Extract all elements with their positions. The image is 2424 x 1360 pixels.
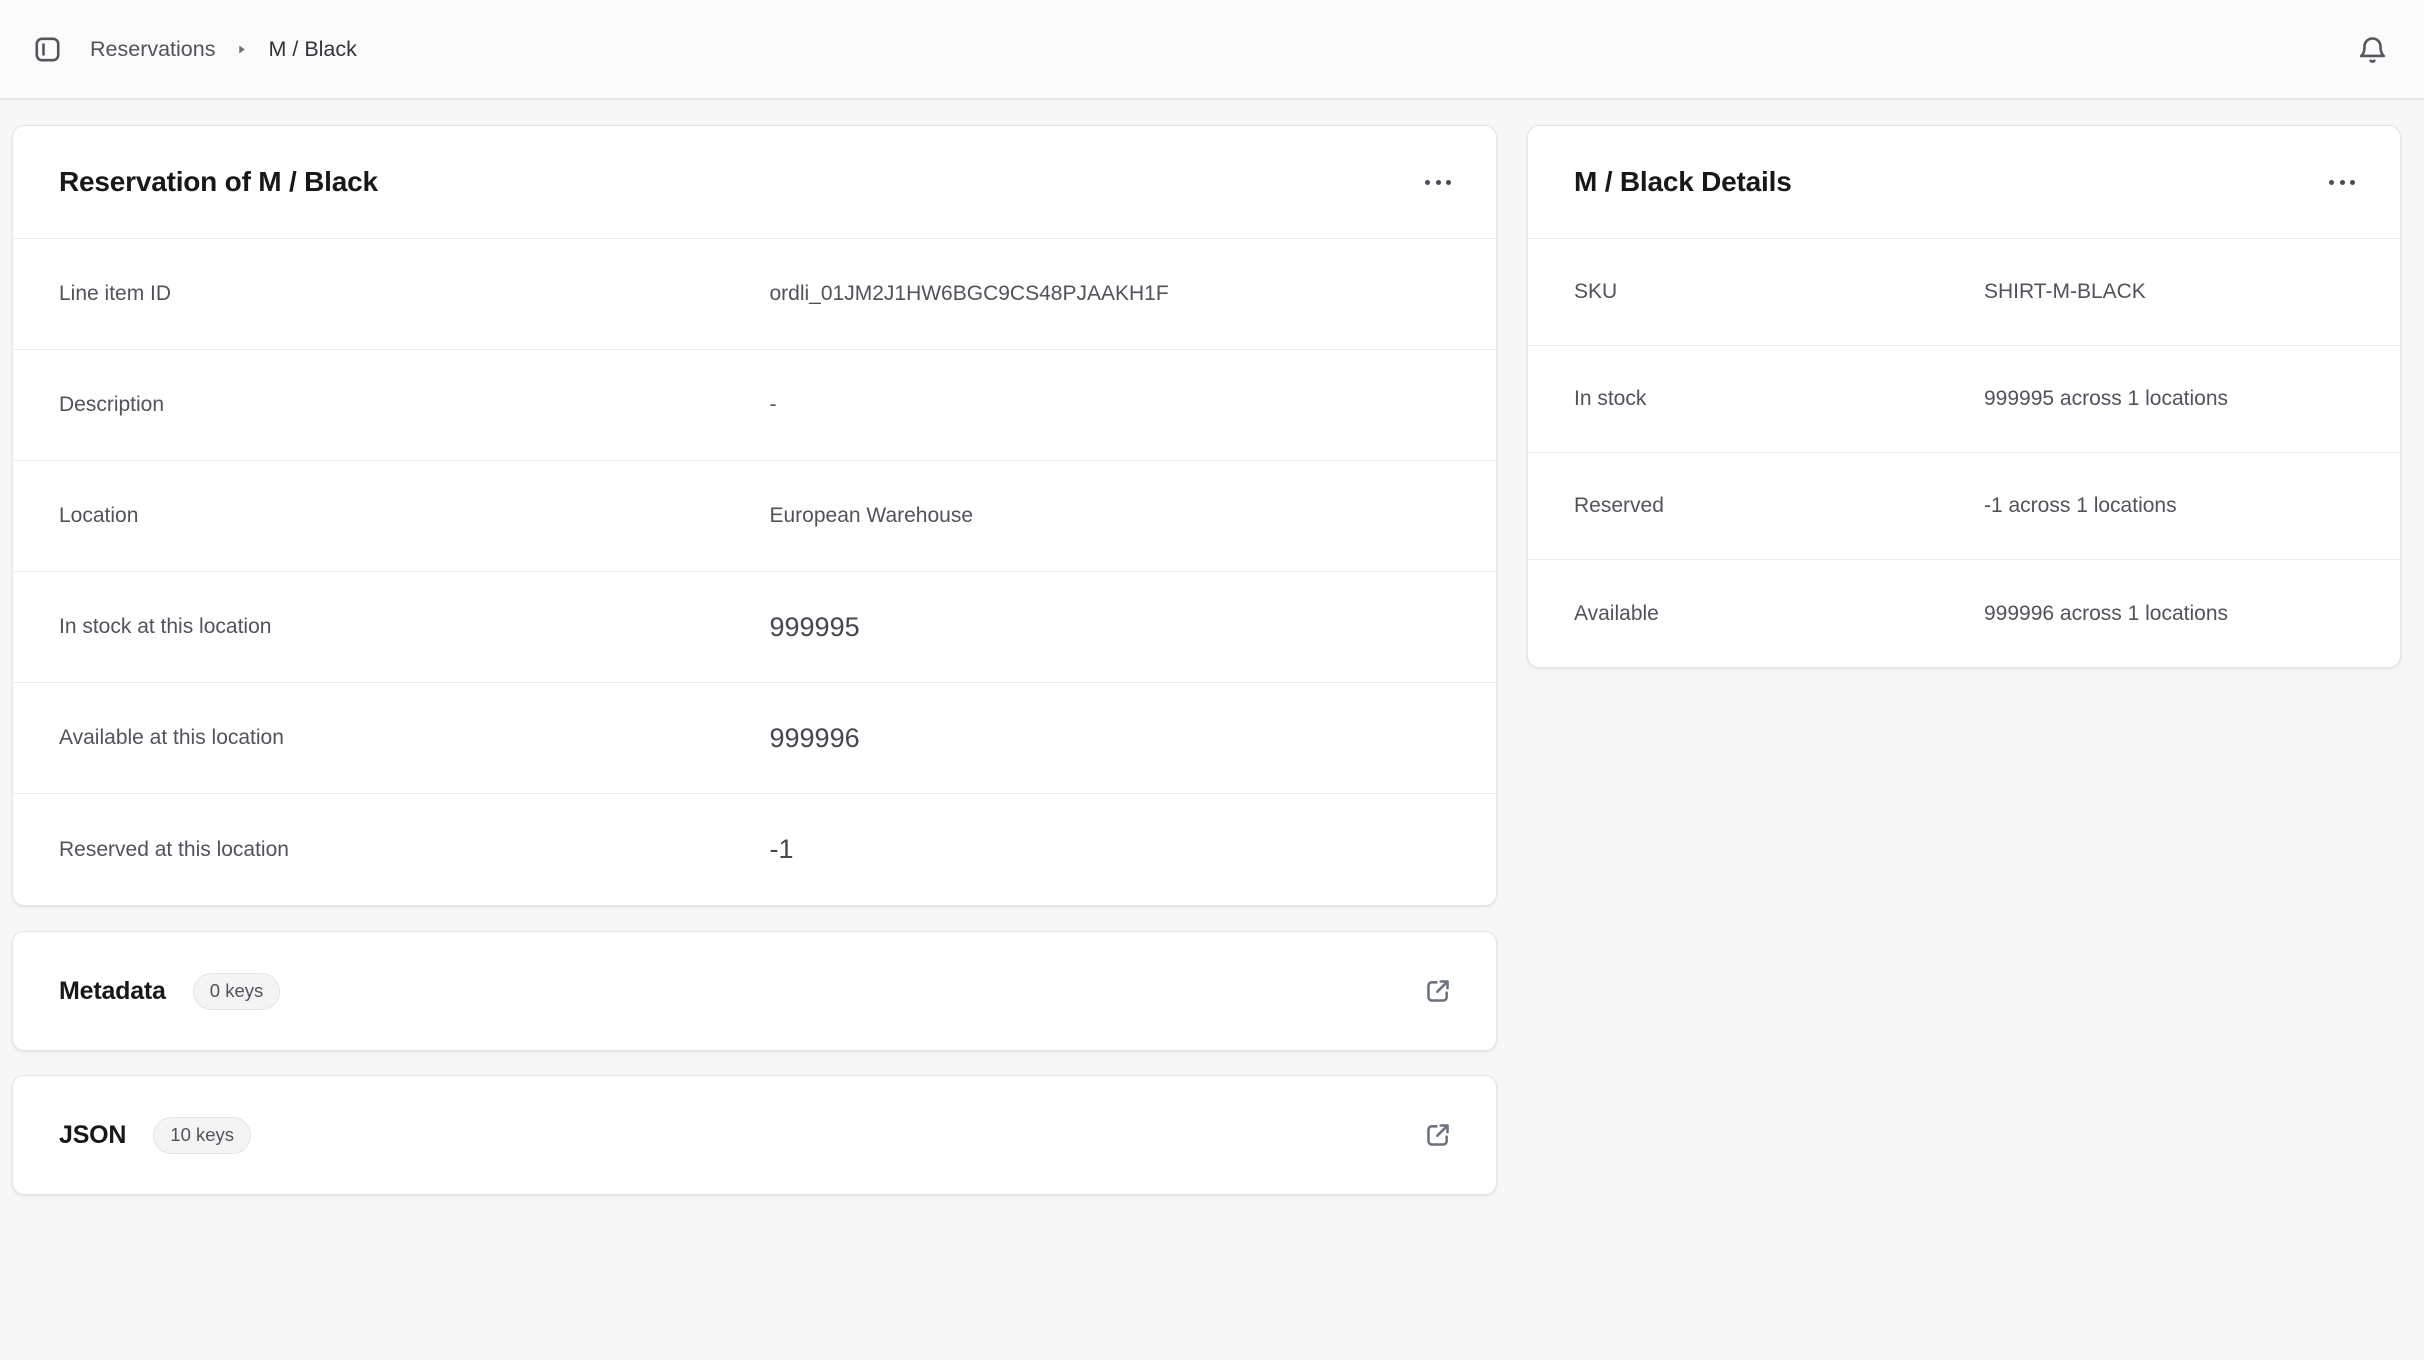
- content: Reservation of M / Black Line item ID or…: [0, 100, 2424, 1195]
- field-row-in-stock: In stock at this location 999995: [13, 572, 1496, 683]
- field-label: SKU: [1574, 280, 1618, 303]
- chevron-right-icon: [232, 40, 251, 59]
- field-row-description: Description -: [13, 350, 1496, 461]
- field-value: 999995 across 1 locations: [1984, 387, 2228, 410]
- breadcrumb: Reservations M / Black: [90, 37, 357, 62]
- field-value: -: [769, 393, 777, 416]
- field-label: Line item ID: [59, 282, 172, 305]
- panel-left-icon: [32, 34, 63, 65]
- field-value: 999996: [769, 722, 860, 753]
- field-value: ordli_01JM2J1HW6BGC9CS48PJAAKH1F: [769, 282, 1169, 305]
- metadata-card: Metadata 0 keys: [12, 931, 1497, 1051]
- field-row-sku: SKU SHIRT-M-BLACK: [1528, 239, 2400, 346]
- external-link-icon: [1421, 974, 1455, 1008]
- json-keys-badge: 10 keys: [153, 1116, 252, 1154]
- top-bar: Reservations M / Black: [0, 0, 2424, 100]
- field-value: 999995: [769, 611, 860, 642]
- ellipsis-icon: [2329, 179, 2355, 185]
- field-row-available: Available at this location 999996: [13, 683, 1496, 794]
- reservation-card-menu-button[interactable]: [1416, 160, 1460, 204]
- field-label: In stock at this location: [59, 615, 272, 638]
- reservation-card: Reservation of M / Black Line item ID or…: [12, 125, 1497, 906]
- field-label: Reserved at this location: [59, 837, 289, 861]
- reservation-card-title: Reservation of M / Black: [59, 166, 378, 197]
- breadcrumb-reservations[interactable]: Reservations: [90, 37, 215, 62]
- metadata-title: Metadata: [59, 976, 166, 1005]
- field-label: Reserved: [1574, 494, 1664, 517]
- field-label: Available: [1574, 601, 1659, 625]
- field-row-line-item-id: Line item ID ordli_01JM2J1HW6BGC9CS48PJA…: [13, 239, 1496, 350]
- field-value: 999996 across 1 locations: [1984, 601, 2228, 625]
- json-open-button[interactable]: [1416, 1113, 1460, 1157]
- field-value: -1 across 1 locations: [1984, 494, 2177, 517]
- field-row-reserved: Reserved at this location -1: [13, 794, 1496, 905]
- field-row-location: Location European Warehouse: [13, 461, 1496, 572]
- details-card: M / Black Details SKU SHIRT-M-BLACK In s…: [1527, 125, 2401, 668]
- notifications-button[interactable]: [2350, 27, 2394, 71]
- json-title: JSON: [59, 1120, 127, 1149]
- details-card-title: M / Black Details: [1574, 166, 1792, 197]
- json-card: JSON 10 keys: [12, 1075, 1497, 1195]
- sidebar-toggle-button[interactable]: [25, 27, 69, 71]
- field-value: -1: [769, 834, 794, 864]
- field-label: Location: [59, 504, 139, 527]
- ellipsis-icon: [1425, 179, 1451, 185]
- details-card-menu-button[interactable]: [2320, 160, 2364, 204]
- field-row-in-stock-total: In stock 999995 across 1 locations: [1528, 346, 2400, 453]
- field-label: Description: [59, 393, 165, 416]
- field-value: SHIRT-M-BLACK: [1984, 280, 2146, 303]
- field-row-available-total: Available 999996 across 1 locations: [1528, 560, 2400, 667]
- external-link-icon: [1421, 1118, 1455, 1152]
- bell-icon: [2356, 33, 2389, 66]
- breadcrumb-current: M / Black: [268, 36, 357, 61]
- field-value: European Warehouse: [769, 504, 974, 527]
- field-label: Available at this location: [59, 726, 284, 749]
- field-label: In stock: [1574, 387, 1647, 410]
- field-row-reserved-total: Reserved -1 across 1 locations: [1528, 453, 2400, 560]
- metadata-keys-badge: 0 keys: [192, 972, 281, 1010]
- metadata-open-button[interactable]: [1416, 969, 1460, 1013]
